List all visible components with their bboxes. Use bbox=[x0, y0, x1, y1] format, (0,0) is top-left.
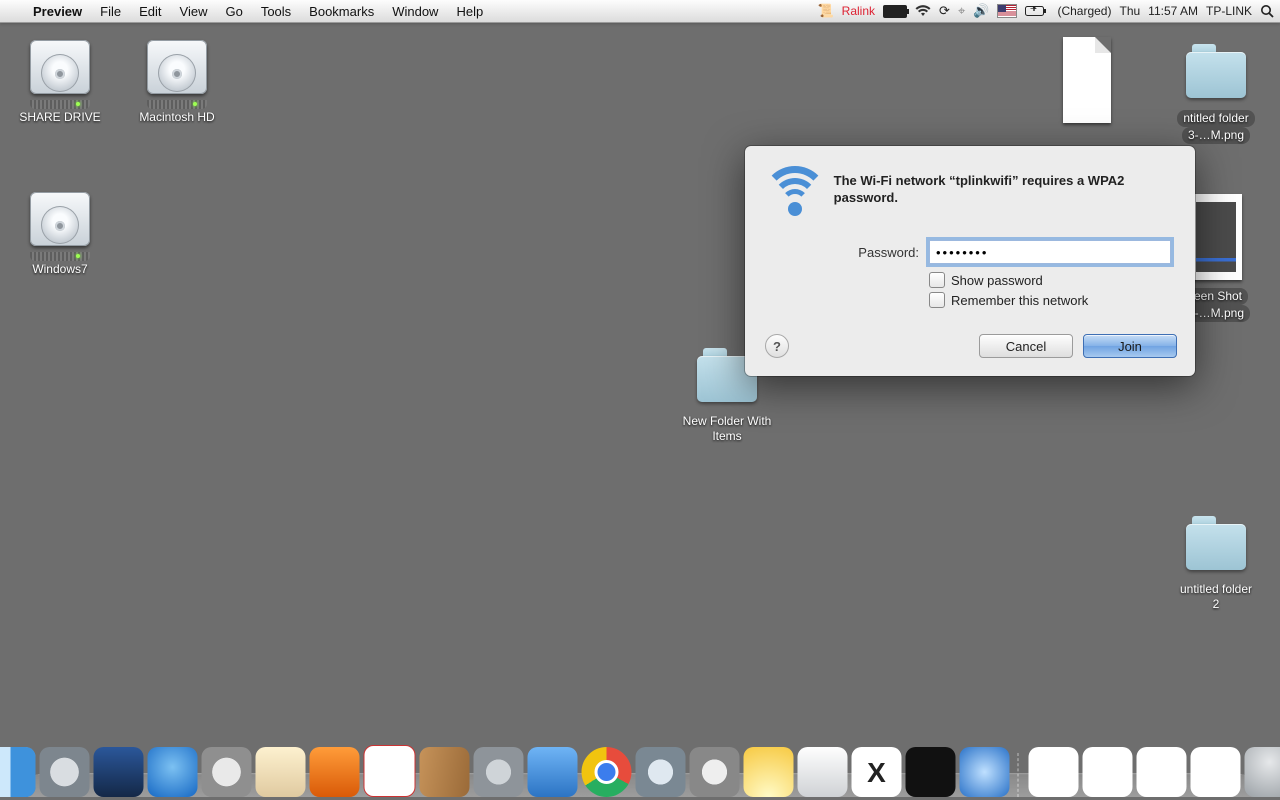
bluetooth-icon[interactable]: ⌖ bbox=[958, 0, 965, 22]
spotlight-icon[interactable] bbox=[1260, 0, 1274, 22]
dock-doc-1[interactable] bbox=[1029, 747, 1079, 797]
dock-preview[interactable] bbox=[798, 747, 848, 797]
dock-doc-4[interactable] bbox=[1191, 747, 1241, 797]
remember-network-label: Remember this network bbox=[951, 293, 1088, 308]
dock-iphoto[interactable] bbox=[310, 747, 360, 797]
dock-terminal[interactable] bbox=[906, 747, 956, 797]
dock-mail[interactable] bbox=[256, 747, 306, 797]
remember-network-checkbox[interactable] bbox=[929, 292, 945, 308]
drive-share-label: SHARE DRIVE bbox=[5, 110, 115, 125]
ralink-status[interactable]: Ralink bbox=[842, 0, 875, 22]
menu-view[interactable]: View bbox=[171, 0, 217, 22]
dock-doc-2[interactable] bbox=[1083, 747, 1133, 797]
drive-share[interactable]: SHARE DRIVE bbox=[5, 40, 115, 125]
menu-left: Preview File Edit View Go Tools Bookmark… bbox=[0, 0, 492, 22]
menu-file[interactable]: File bbox=[91, 0, 130, 22]
password-input[interactable] bbox=[929, 240, 1171, 264]
clock-day[interactable]: Thu bbox=[1119, 0, 1140, 22]
show-password-label: Show password bbox=[951, 273, 1043, 288]
menu-edit[interactable]: Edit bbox=[130, 0, 170, 22]
folder-untitled-2[interactable]: untitled folder 2 bbox=[1166, 512, 1266, 612]
dock-wifi-utility[interactable] bbox=[744, 747, 794, 797]
folder-new-items-label: New Folder With Items bbox=[672, 414, 782, 444]
apple-menu[interactable] bbox=[0, 0, 24, 22]
dock-xcode[interactable] bbox=[852, 747, 902, 797]
dock-contacts[interactable] bbox=[420, 747, 470, 797]
battery-charged-text: (Charged) bbox=[1057, 0, 1111, 22]
dock-ical[interactable] bbox=[364, 745, 416, 797]
user-menu[interactable]: TP-LINK bbox=[1206, 0, 1252, 22]
dock-itunes[interactable] bbox=[960, 747, 1010, 797]
wifi-password-dialog: The Wi-Fi network “tplinkwifi” requires … bbox=[745, 146, 1195, 376]
scroll-icon[interactable]: 📜 bbox=[817, 0, 833, 22]
drive-macintosh-label: Macintosh HD bbox=[122, 110, 232, 125]
dock-launchpad[interactable] bbox=[40, 747, 90, 797]
wifi-dialog-message: The Wi-Fi network “tplinkwifi” requires … bbox=[822, 172, 1171, 216]
dock-separator bbox=[1018, 753, 1021, 797]
menu-tools[interactable]: Tools bbox=[252, 0, 300, 22]
menu-bookmarks[interactable]: Bookmarks bbox=[300, 0, 383, 22]
dock bbox=[0, 737, 1280, 797]
dock-mission-control[interactable] bbox=[94, 747, 144, 797]
menu-app-name[interactable]: Preview bbox=[24, 0, 91, 22]
dock-appstore[interactable] bbox=[148, 747, 198, 797]
sync-icon[interactable]: ⟳ bbox=[939, 0, 950, 22]
dock-remote[interactable] bbox=[474, 747, 524, 797]
menu-bar: Preview File Edit View Go Tools Bookmark… bbox=[0, 0, 1280, 23]
show-password-checkbox[interactable] bbox=[929, 272, 945, 288]
wifi-icon[interactable] bbox=[915, 0, 931, 22]
input-source-icon[interactable] bbox=[997, 0, 1017, 22]
dock-system-preferences[interactable] bbox=[202, 747, 252, 797]
battery-plug-icon[interactable] bbox=[1025, 0, 1049, 22]
folder-untitled-2-label-a: untitled folder bbox=[1166, 582, 1266, 597]
dock-chrome[interactable] bbox=[582, 747, 632, 797]
help-button[interactable]: ? bbox=[765, 334, 789, 358]
menu-help[interactable]: Help bbox=[447, 0, 492, 22]
menu-window[interactable]: Window bbox=[383, 0, 447, 22]
drive-windows7[interactable]: Windows7 bbox=[5, 192, 115, 277]
dock-trash[interactable] bbox=[1245, 747, 1280, 797]
dock-safari[interactable] bbox=[636, 747, 686, 797]
dock-finder[interactable] bbox=[0, 747, 36, 797]
menu-go[interactable]: Go bbox=[216, 0, 251, 22]
dock-settings[interactable] bbox=[690, 747, 740, 797]
folder-untitled-1-label-a: ntitled folder bbox=[1177, 110, 1254, 127]
drive-macintosh-hd[interactable]: Macintosh HD bbox=[122, 40, 232, 125]
password-label: Password: bbox=[769, 245, 929, 260]
dock-doc-3[interactable] bbox=[1137, 747, 1187, 797]
cancel-button[interactable]: Cancel bbox=[979, 334, 1073, 358]
dock-parallels[interactable] bbox=[528, 747, 578, 797]
drive-windows7-label: Windows7 bbox=[5, 262, 115, 277]
folder-untitled-1-label-b: 3-…M.png bbox=[1182, 127, 1250, 144]
folder-untitled-1[interactable]: ntitled folder 3-…M.png bbox=[1166, 40, 1266, 144]
join-button[interactable]: Join bbox=[1083, 334, 1177, 358]
wifi-dialog-icon bbox=[769, 172, 822, 216]
blank-document[interactable] bbox=[1042, 35, 1132, 131]
volume-icon[interactable]: 🔊 bbox=[973, 0, 989, 22]
folder-untitled-2-label-b: 2 bbox=[1166, 597, 1266, 612]
menu-status-area: 📜 Ralink ⟳ ⌖ 🔊 (Charged) Thu 11:57 AM TP… bbox=[817, 0, 1280, 22]
battery-icon-filled[interactable] bbox=[883, 0, 907, 22]
clock-time[interactable]: 11:57 AM bbox=[1148, 0, 1198, 22]
